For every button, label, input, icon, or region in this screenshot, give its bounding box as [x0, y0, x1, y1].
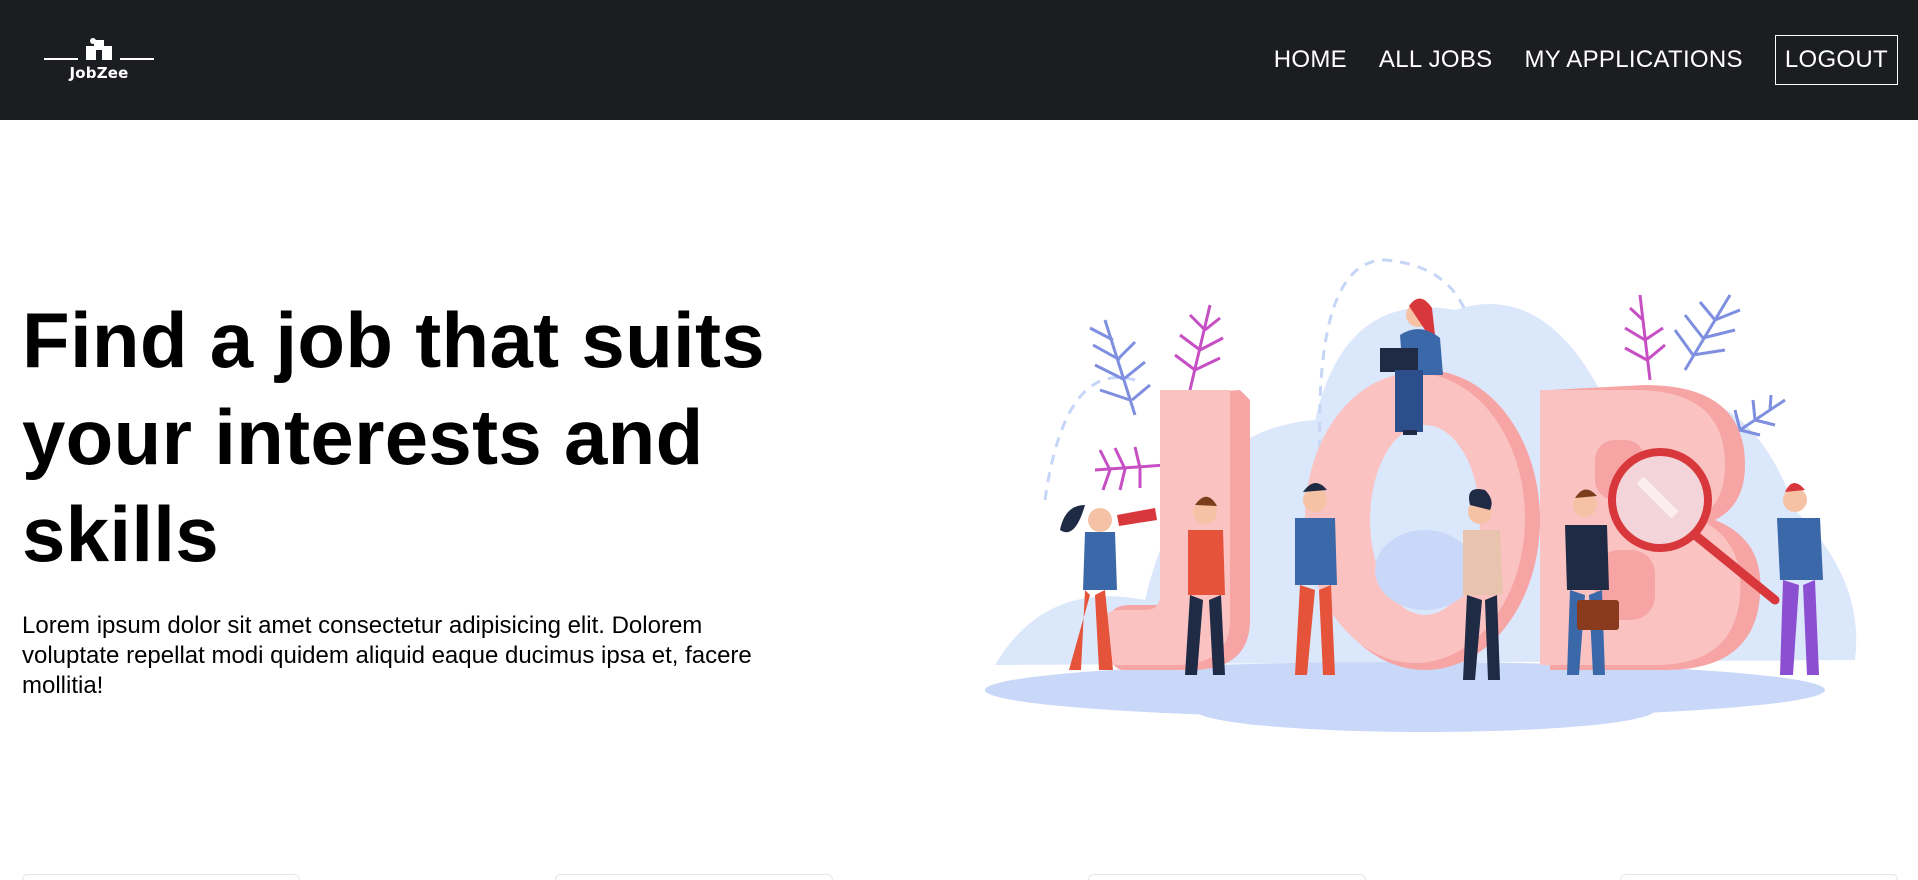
logout-button[interactable]: LOGOUT — [1774, 35, 1898, 85]
brand-logo[interactable]: JobZee — [44, 34, 154, 82]
job-search-illustration — [985, 258, 1857, 732]
nav-links: HOME ALL JOBS MY APPLICATIONS LOGOUT — [1274, 35, 1898, 85]
job-card-4[interactable] — [1620, 874, 1898, 880]
logo-mark-icon — [44, 34, 154, 62]
nav-my-applications-link[interactable]: MY APPLICATIONS — [1525, 46, 1743, 74]
job-card-1[interactable] — [22, 874, 300, 880]
nav-all-jobs-link[interactable]: ALL JOBS — [1379, 46, 1493, 74]
job-card-2[interactable] — [555, 874, 833, 880]
hero-title: Find a job that suits your interests and… — [22, 296, 765, 578]
nav-home-link[interactable]: HOME — [1274, 46, 1347, 74]
job-card-3[interactable] — [1088, 874, 1366, 880]
brand-name: JobZee — [69, 64, 129, 82]
hero-description: Lorem ipsum dolor sit amet consectetur a… — [22, 612, 752, 699]
navbar: JobZee HOME ALL JOBS MY APPLICATIONS LOG… — [0, 0, 1918, 120]
